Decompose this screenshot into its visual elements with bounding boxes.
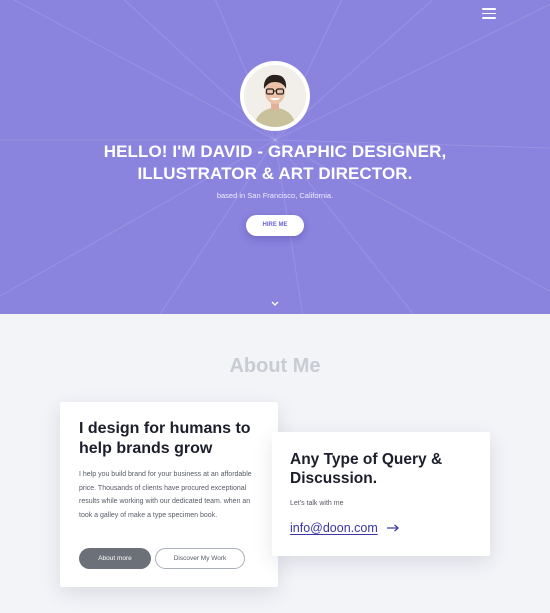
- design-card-body: I help you build brand for your business…: [79, 471, 252, 519]
- query-card: Any Type of Query & Discussion. Let's ta…: [272, 432, 490, 556]
- hero-title: HELLO! I'M DAVID - GRAPHIC DESIGNER, ILL…: [103, 142, 447, 183]
- about-heading: About Me: [229, 355, 321, 377]
- design-card-title: I design for humans to help brands grow: [79, 420, 251, 457]
- query-card-talk-text: Let's talk with me: [290, 500, 344, 507]
- query-card-title: Any Type of Query & Discussion.: [290, 451, 443, 487]
- hero-section: HELLO! I'M DAVID - GRAPHIC DESIGNER, ILL…: [0, 0, 550, 314]
- profile-photo: [244, 65, 306, 127]
- design-card: I design for humans to help brands grow …: [60, 402, 278, 587]
- discover-work-button[interactable]: Discover My Work: [155, 548, 245, 569]
- avatar: [240, 61, 310, 131]
- hero-subtitle: based in San Francisco, California.: [216, 191, 334, 200]
- hire-me-button[interactable]: HIRE ME: [246, 215, 304, 236]
- chevron-down-icon[interactable]: [270, 300, 280, 308]
- arrow-right-icon[interactable]: [386, 523, 400, 533]
- email-link[interactable]: info@doon.com: [290, 521, 378, 535]
- about-more-button[interactable]: About more: [79, 548, 151, 569]
- menu-icon[interactable]: [482, 8, 496, 20]
